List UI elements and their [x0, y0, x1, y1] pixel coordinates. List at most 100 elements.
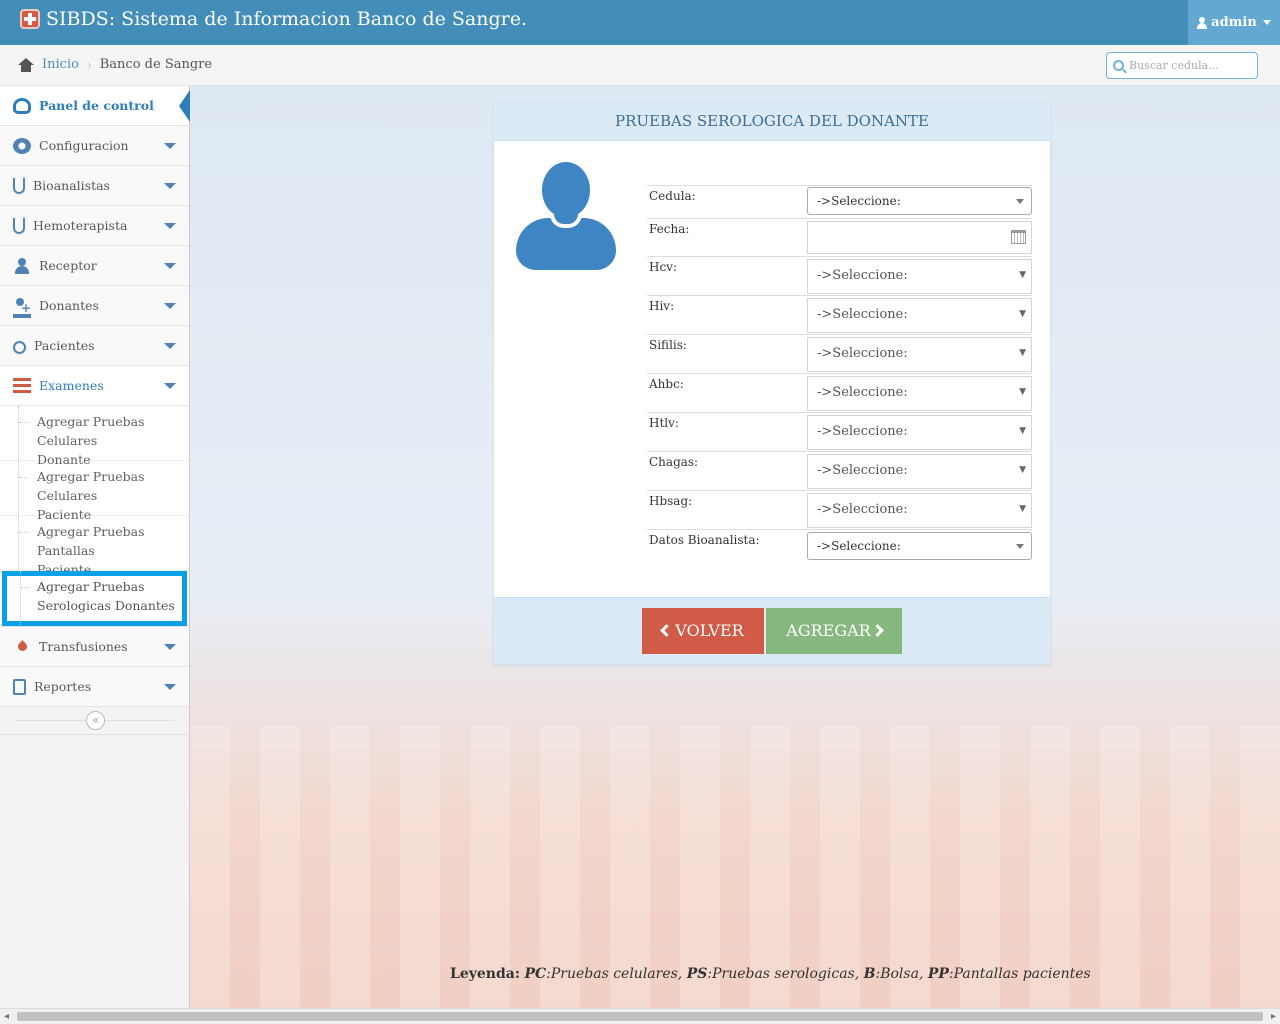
serology-form-panel: PRUEBAS SEROLOGICA DEL DONANTE Cedula: -… [493, 101, 1051, 665]
sidebar-item-panel-de-control[interactable]: Panel de control [0, 86, 190, 126]
legend-pp-text: :Pantallas pacientes [948, 966, 1091, 982]
legend-pp-code: PP [927, 966, 949, 982]
sidebar-item-label: Donantes [39, 298, 99, 313]
sidebar-item-label: Hemoterapista [33, 218, 128, 233]
legend-pc-code: PC [524, 966, 547, 982]
collapse-sidebar-icon[interactable]: « [86, 711, 105, 730]
blood-drop-icon [13, 639, 31, 655]
breadcrumb-separator-icon: › [86, 57, 92, 72]
sidebar-item-examenes[interactable]: Examenes [0, 366, 189, 406]
submenu-item-celulares-paciente[interactable]: Agregar Pruebas Celulares Paciente [0, 461, 189, 522]
legend: Leyenda: PC:Pruebas celulares, PS:Prueba… [450, 966, 1091, 982]
submenu-item-label: Agregar Pruebas Celulares [37, 414, 145, 448]
breadcrumb-current: Banco de Sangre [99, 57, 213, 72]
scroll-right-icon[interactable]: ▸ [1271, 1011, 1276, 1022]
home-icon [18, 57, 34, 72]
form-row-chagas: Chagas: ->Seleccione: [647, 451, 1032, 490]
sifilis-select[interactable]: ->Seleccione: [807, 337, 1032, 372]
caret-down-icon [164, 303, 176, 309]
form-row-htlv: Htlv: ->Seleccione: [647, 412, 1032, 451]
sidebar: Panel de control Configuracion Bioanalis… [0, 86, 190, 1024]
fecha-date-input[interactable] [807, 221, 1032, 254]
search-input[interactable] [1129, 59, 1249, 72]
breadcrumb-bar: Inicio › Banco de Sangre [0, 45, 1280, 86]
examenes-submenu: Agregar Pruebas Celulares Donante Agrega… [0, 406, 189, 627]
caret-down-icon [164, 383, 176, 389]
horizontal-scrollbar[interactable]: ◂ ▸ [0, 1008, 1280, 1024]
caret-down-icon [164, 343, 176, 349]
hiv-select[interactable]: ->Seleccione: [807, 298, 1032, 333]
pdf-icon [13, 678, 26, 695]
submenu-item-label: Serologicas Donantes [37, 598, 175, 613]
user-plus-icon [13, 297, 31, 318]
form-row-hcv: Hcv: ->Seleccione: [647, 256, 1032, 295]
sidebar-item-label: Transfusiones [39, 639, 128, 654]
htlv-select[interactable]: ->Seleccione: [807, 415, 1032, 450]
form-row-cedula: Cedula: ->Seleccione: [647, 185, 1032, 218]
bioanalista-select[interactable]: ->Seleccione: [807, 532, 1032, 560]
brand[interactable]: SIBDS: Sistema de Informacion Banco de S… [20, 8, 527, 30]
search-box [1106, 52, 1258, 79]
sifilis-label: Sifilis: [649, 338, 687, 352]
sidebar-item-hemoterapista[interactable]: Hemoterapista [0, 206, 189, 246]
agregar-label: AGREGAR [786, 621, 871, 640]
submenu-item-label: Agregar Pruebas Celulares [37, 469, 145, 503]
caret-down-icon [1262, 20, 1271, 25]
sidebar-item-reportes[interactable]: Reportes [0, 667, 189, 707]
sidebar-item-label: Bioanalistas [33, 178, 110, 193]
cedula-select[interactable]: ->Seleccione: [807, 187, 1032, 215]
sidebar-item-label: Pacientes [34, 338, 95, 353]
app-title: SIBDS: Sistema de Informacion Banco de S… [46, 8, 528, 30]
sidebar-item-donantes[interactable]: Donantes [0, 286, 189, 326]
agregar-button[interactable]: AGREGAR [766, 608, 902, 654]
fecha-label: Fecha: [649, 222, 690, 236]
hbsag-select[interactable]: ->Seleccione: [807, 493, 1032, 528]
volver-label: VOLVER [675, 621, 744, 640]
stethoscope-icon [13, 177, 25, 194]
sidebar-item-bioanalistas[interactable]: Bioanalistas [0, 166, 189, 206]
breadcrumb: Inicio › Banco de Sangre [18, 57, 212, 72]
gear-icon [13, 137, 31, 154]
user-icon [13, 257, 31, 274]
sidebar-item-transfusiones[interactable]: Transfusiones [0, 627, 189, 667]
legend-b-code: B [863, 966, 876, 982]
caret-down-icon [164, 183, 176, 189]
hospital-icon [20, 9, 40, 29]
chevron-right-icon [870, 623, 884, 637]
submenu-item-pantallas-paciente[interactable]: Agregar Pruebas Pantallas Paciente [0, 516, 189, 577]
submenu-item-label: Agregar Pruebas [37, 579, 145, 594]
submenu-item-label: Agregar Pruebas Pantallas [37, 524, 145, 558]
legend-title: Leyenda: [450, 966, 520, 982]
sidebar-item-label: Panel de control [39, 98, 154, 113]
sidebar-item-configuracion[interactable]: Configuracion [0, 126, 189, 166]
form-row-fecha: Fecha: [647, 218, 1032, 256]
submenu-item-celulares-donante[interactable]: Agregar Pruebas Celulares Donante [0, 406, 189, 467]
sidebar-item-receptor[interactable]: Receptor [0, 246, 189, 286]
volver-button[interactable]: VOLVER [642, 608, 764, 654]
calendar-icon[interactable] [1011, 230, 1026, 244]
user-menu-button[interactable]: admin [1188, 0, 1280, 45]
serology-form: Cedula: ->Seleccione: Fecha: Hcv: ->Sele… [647, 185, 1032, 562]
sidebar-collapse-bar: « [0, 707, 189, 735]
submenu-item-serologicas-donantes[interactable]: Agregar Pruebas Serologicas Donantes [2, 571, 187, 626]
caret-down-icon [164, 644, 176, 650]
hcv-select[interactable]: ->Seleccione: [807, 259, 1032, 294]
breadcrumb-home-link[interactable]: Inicio [42, 57, 79, 72]
hcv-label: Hcv: [649, 260, 678, 274]
caret-down-icon [164, 143, 176, 149]
donor-avatar-icon [516, 156, 616, 271]
ahbc-select[interactable]: ->Seleccione: [807, 376, 1032, 411]
caret-down-icon [164, 684, 176, 690]
htlv-label: Htlv: [649, 416, 679, 430]
form-row-sifilis: Sifilis: ->Seleccione: [647, 334, 1032, 373]
form-row-ahbc: Ahbc: ->Seleccione: [647, 373, 1032, 412]
user-icon [1197, 16, 1208, 29]
dashboard-icon [13, 97, 31, 114]
sidebar-item-label: Reportes [34, 679, 92, 694]
legend-b-text: :Bolsa, [875, 966, 924, 982]
sidebar-item-pacientes[interactable]: Pacientes [0, 326, 189, 366]
scroll-left-icon[interactable]: ◂ [4, 1011, 9, 1022]
scrollbar-thumb[interactable] [17, 1012, 1263, 1021]
list-icon [13, 377, 31, 394]
chagas-select[interactable]: ->Seleccione: [807, 454, 1032, 489]
